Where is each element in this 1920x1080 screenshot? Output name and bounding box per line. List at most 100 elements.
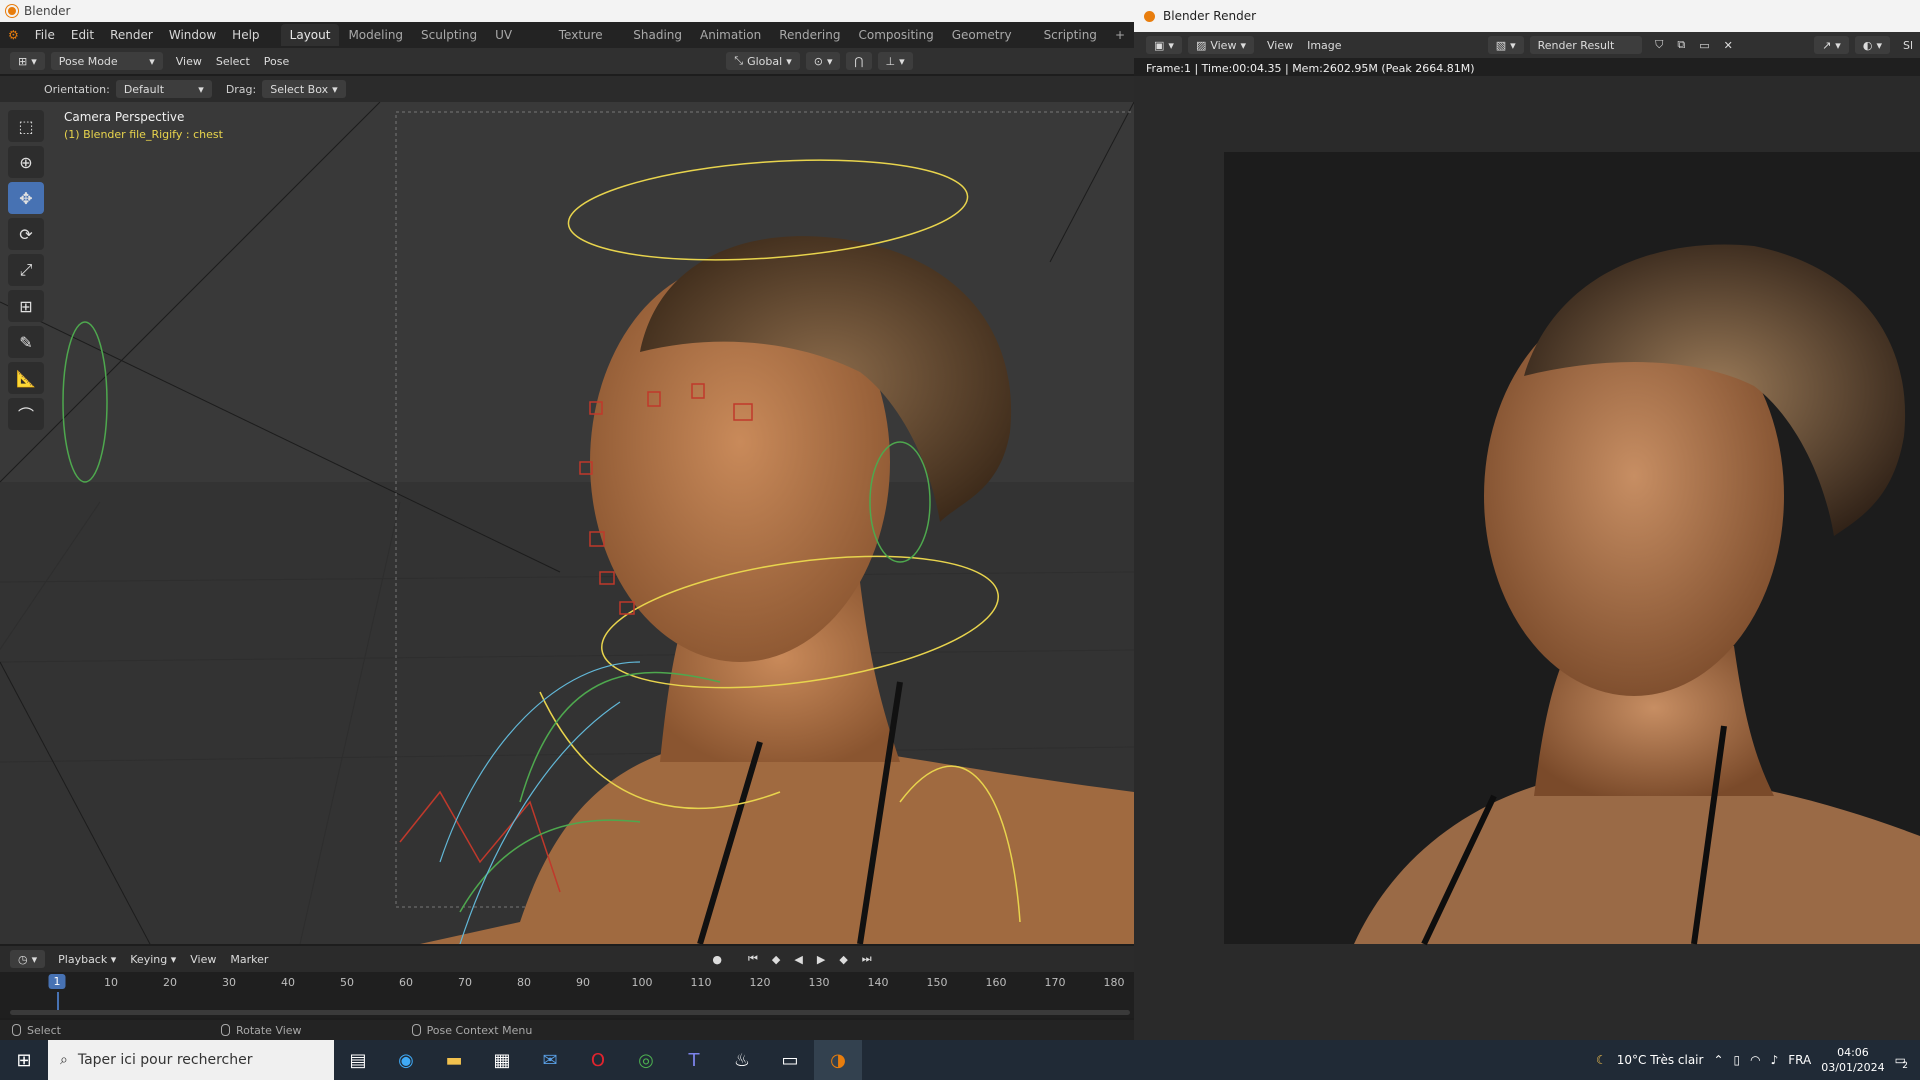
- tab-sculpting[interactable]: Sculpting: [412, 24, 486, 46]
- tool-cursor[interactable]: ⊕: [8, 146, 44, 178]
- remote-desktop-icon[interactable]: ▭: [766, 1040, 814, 1080]
- menu-help[interactable]: Help: [224, 22, 267, 48]
- menu-playback[interactable]: Playback ▾: [51, 951, 123, 968]
- orientation-value: Default: [123, 82, 165, 96]
- volume-icon[interactable]: ♪: [1771, 1053, 1779, 1067]
- teams-icon[interactable]: T: [670, 1040, 718, 1080]
- timeline-editor-type-dropdown[interactable]: ◷ ▾: [10, 950, 46, 968]
- view-mode-dropdown[interactable]: ▨ View ▾: [1187, 36, 1254, 54]
- tab-scripting[interactable]: Scripting: [1035, 24, 1106, 46]
- tab-geometry-nodes[interactable]: Geometry Nodes: [943, 24, 1035, 64]
- render-slot-field[interactable]: Render Result: [1529, 36, 1643, 54]
- mail-icon[interactable]: ✉: [526, 1040, 574, 1080]
- status-select-label: Select: [27, 1023, 61, 1037]
- tab-texture-paint[interactable]: Texture Paint: [550, 24, 625, 64]
- render-window-title: Blender Render: [1163, 9, 1257, 23]
- orientation-dropdown[interactable]: Default ▾: [115, 80, 212, 98]
- blender-taskbar-icon[interactable]: ◑: [814, 1040, 862, 1080]
- 3d-viewport[interactable]: [0, 102, 1134, 944]
- frame-tick: 80: [517, 976, 531, 989]
- timeline-ruler[interactable]: 1 10 20 30 40 50 60 70 80 90 100 110 120…: [0, 972, 1134, 1018]
- frame-tick: 70: [458, 976, 472, 989]
- tab-shading[interactable]: Shading: [624, 24, 691, 46]
- close-icon[interactable]: ✕: [1717, 37, 1740, 54]
- browse-image-dropdown[interactable]: ▧ ▾: [1487, 36, 1524, 54]
- battery-icon[interactable]: ▯: [1734, 1053, 1741, 1067]
- steam-icon[interactable]: ♨: [718, 1040, 766, 1080]
- jump-end-icon[interactable]: ⏭: [855, 950, 879, 968]
- duplicate-icon[interactable]: ⧉: [1670, 36, 1692, 54]
- fake-user-icon[interactable]: ⛉: [1648, 36, 1670, 54]
- tool-scale[interactable]: ⤢: [8, 254, 44, 286]
- pivot-dropdown[interactable]: ⊙ ▾: [805, 52, 841, 70]
- transform-orientation-dropdown[interactable]: ⤡ Global ▾: [726, 52, 800, 70]
- tool-transform[interactable]: ⊞: [8, 290, 44, 322]
- menu-timeline-view[interactable]: View: [183, 951, 223, 968]
- editor-type-dropdown[interactable]: ⊞ ▾: [10, 52, 45, 70]
- frame-tick: 150: [926, 976, 948, 989]
- input-language[interactable]: FRA: [1788, 1053, 1811, 1067]
- menu-pose[interactable]: Pose: [257, 53, 296, 70]
- tab-compositing[interactable]: Compositing: [849, 24, 942, 46]
- tool-settings-header: Orientation: Default ▾ Drag: Select Box ▾: [0, 76, 1134, 102]
- menu-render-view[interactable]: View: [1260, 37, 1300, 54]
- tool-measure[interactable]: 📐: [8, 362, 44, 394]
- store-icon[interactable]: ▦: [478, 1040, 526, 1080]
- tab-modeling[interactable]: Modeling: [339, 24, 412, 46]
- taskbar-search[interactable]: ⌕ Taper ici pour rechercher: [48, 1040, 334, 1080]
- blender-menu-icon[interactable]: ⚙: [0, 22, 27, 48]
- weather-icon[interactable]: ☾: [1596, 1053, 1607, 1067]
- opera-browser-icon[interactable]: O: [574, 1040, 622, 1080]
- jump-keyframe-back-icon[interactable]: ◆: [765, 951, 787, 968]
- open-folder-icon[interactable]: ▭: [1692, 37, 1716, 54]
- windows-start-icon[interactable]: ⊞: [0, 1040, 48, 1080]
- edge-browser-icon[interactable]: ◉: [382, 1040, 430, 1080]
- record-button[interactable]: ●: [705, 951, 729, 968]
- jump-keyframe-forward-icon[interactable]: ◆: [832, 951, 854, 968]
- file-explorer-icon[interactable]: ▬: [430, 1040, 478, 1080]
- tool-annotate[interactable]: ✎: [8, 326, 44, 358]
- tab-uv-editing[interactable]: UV Editing: [486, 24, 550, 64]
- chevron-up-icon[interactable]: ⌃: [1713, 1053, 1723, 1067]
- current-frame-indicator[interactable]: 1: [48, 974, 66, 989]
- weather-text[interactable]: 10°C Très clair: [1617, 1053, 1704, 1067]
- keying-label: Keying: [130, 952, 168, 966]
- notifications-icon[interactable]: ▭ 2: [1895, 1053, 1908, 1071]
- overlay-toggle[interactable]: ◐ ▾: [1854, 36, 1890, 54]
- play-icon[interactable]: ▶: [810, 951, 832, 968]
- mode-dropdown[interactable]: Pose Mode ▾: [50, 52, 163, 70]
- snap-toggle[interactable]: ⋂: [846, 52, 872, 70]
- tab-animation[interactable]: Animation: [691, 24, 770, 46]
- wifi-icon[interactable]: ◠: [1750, 1053, 1760, 1067]
- clock[interactable]: 04:06 03/01/2024: [1821, 1045, 1884, 1075]
- tool-relax-pose[interactable]: ⌒: [8, 398, 44, 430]
- menu-view[interactable]: View: [169, 53, 209, 70]
- mode-label: Pose Mode: [58, 54, 118, 68]
- add-workspace-button[interactable]: +: [1106, 24, 1134, 46]
- jump-start-icon[interactable]: ⏮: [741, 950, 765, 968]
- orientation-label: Orientation:: [44, 82, 110, 96]
- menu-window[interactable]: Window: [161, 22, 224, 48]
- task-view-icon[interactable]: ▤: [334, 1040, 382, 1080]
- menu-file[interactable]: File: [27, 22, 63, 48]
- image-editor-type-dropdown[interactable]: ▣ ▾: [1146, 36, 1182, 54]
- menu-select[interactable]: Select: [209, 53, 257, 70]
- render-canvas[interactable]: [1134, 76, 1920, 1040]
- tool-rotate[interactable]: ⟳: [8, 218, 44, 250]
- tab-rendering[interactable]: Rendering: [770, 24, 849, 46]
- snap-settings-dropdown[interactable]: ⊥ ▾: [877, 52, 913, 70]
- menu-edit[interactable]: Edit: [63, 22, 102, 48]
- render-info: Frame:1 | Time:00:04.35 | Mem:2602.95M (…: [1146, 62, 1475, 75]
- gizmo-toggle[interactable]: ↗ ▾: [1814, 36, 1849, 54]
- chrome-browser-icon[interactable]: ◎: [622, 1040, 670, 1080]
- menu-render[interactable]: Render: [102, 22, 161, 48]
- tool-select-box[interactable]: ⬚: [8, 110, 44, 142]
- menu-marker[interactable]: Marker: [223, 951, 275, 968]
- tool-move[interactable]: ✥: [8, 182, 44, 214]
- menu-keying[interactable]: Keying ▾: [123, 951, 183, 968]
- play-reverse-icon[interactable]: ◀: [787, 951, 809, 968]
- drag-dropdown[interactable]: Select Box ▾: [262, 80, 346, 98]
- tab-layout[interactable]: Layout: [280, 24, 340, 46]
- timeline-scrollbar[interactable]: [10, 1010, 1130, 1015]
- menu-image[interactable]: Image: [1300, 37, 1348, 54]
